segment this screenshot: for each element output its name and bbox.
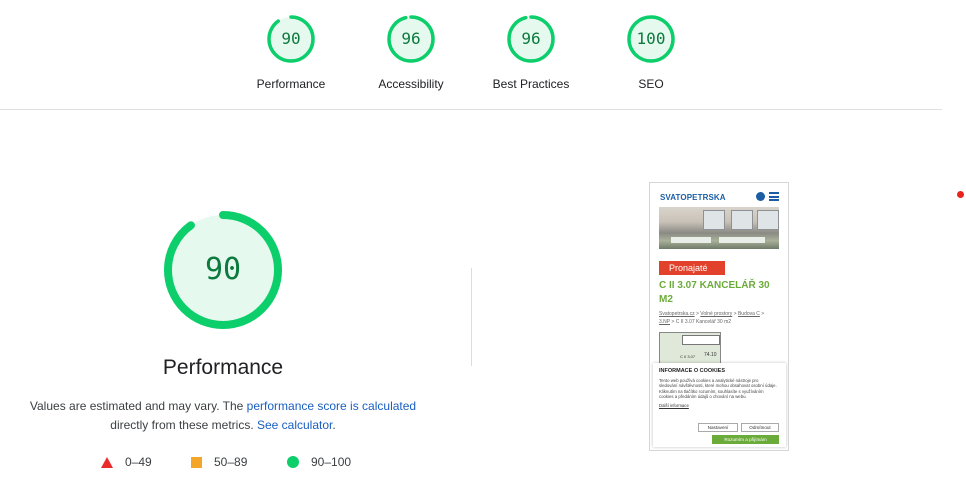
gauge-label: SEO [638,77,664,91]
gauge-seo[interactable]: 100 SEO [591,14,711,91]
square-icon [191,456,202,468]
cookie-settings-button: Nastavení [698,423,738,432]
score-legend: 0–49 50–89 90–100 [0,455,470,471]
gauge-label: Performance [256,77,326,91]
gauge-score: 90 [281,29,301,48]
gauge-performance[interactable]: 90 Performance [231,14,351,91]
legend-range: 50–89 [214,455,248,469]
cookie-banner: INFORMACE O COOKIES Tento web používá co… [653,363,786,447]
gauge-label: Accessibility [378,77,444,91]
legend-range: 0–49 [125,455,152,469]
calculator-link[interactable]: See calculator [257,418,332,432]
performance-score: 90 [204,252,242,287]
cookie-decline-button: Odmítnout [741,423,779,432]
plan-label: C II 3.07 [680,354,696,359]
gauge-ring: 96 [506,14,556,64]
breadcrumb-current: C II 3.07 Kancelář 30 m2 [675,319,732,325]
final-screenshot-preview[interactable]: SVATOPETRSKA Pronajaté C II 3.07 KANCELÁ… [649,182,789,451]
status-badge: Pronajaté [659,261,725,275]
listing-title: C II 3.07 KANCELÁŘ 30 M2 [659,280,770,305]
office-photo [659,207,779,249]
gauge-best-practices[interactable]: 96 Best Practices [471,14,591,91]
gauge-score: 100 [636,29,666,48]
legend-pass: 90–100 [287,455,351,469]
desc-text: . [332,418,336,432]
performance-description: Values are estimated and may vary. The p… [20,397,426,435]
gauge-score: 96 [401,29,421,48]
gauge-ring: 100 [626,14,676,64]
cookie-title: INFORMACE O COOKIES [659,368,726,374]
gauge-score: 96 [521,29,541,48]
desc-text: directly from these metrics. [110,418,257,432]
gauge-ring: 90 [266,14,316,64]
cookie-text: Tento web používá cookies a analytické n… [659,378,777,400]
legend-average: 50–89 [191,455,247,469]
gauge-ring: 96 [386,14,436,64]
breadcrumb-link: Volné prostory [700,311,733,317]
circle-icon [287,456,299,468]
performance-title: Performance [162,356,284,379]
cookie-more-link: Další informace [659,402,689,408]
cookie-accept-button: Rozumím a přijímám [712,435,779,444]
category-gauges-bar: 90 Performance 96 Accessibility 96 Best … [0,0,942,110]
desc-text: Values are estimated and may vary. The [29,399,247,413]
hamburger-menu-icon [769,192,779,201]
window-shape [757,210,779,230]
breadcrumb-link: Budova C [737,311,760,317]
desk-shape [671,237,711,243]
triangle-icon [101,456,113,468]
desk-shape [719,237,765,243]
window-shape [703,210,725,230]
site-logo: SVATOPETRSKA [660,193,726,202]
breadcrumb-link: Svatopetrska.cz [659,311,695,317]
legend-range: 90–100 [311,455,352,469]
performance-gauge-large: 90 [163,210,283,330]
breadcrumb-link: 3.NP [659,319,671,325]
gauge-label: Best Practices [492,77,570,91]
window-shape [731,210,753,230]
gauge-accessibility[interactable]: 96 Accessibility [351,14,471,91]
red-dot-icon [957,191,964,198]
plan-room-shape [682,335,720,345]
search-icon [756,192,765,201]
plan-size: 74.10 [704,352,717,358]
legend-fail: 0–49 [101,455,152,469]
breadcrumb: Svatopetrska.cz > Volné prostory > Budov… [659,311,765,325]
performance-score-link[interactable]: performance score is calculated [247,399,416,413]
vertical-divider [471,268,472,366]
